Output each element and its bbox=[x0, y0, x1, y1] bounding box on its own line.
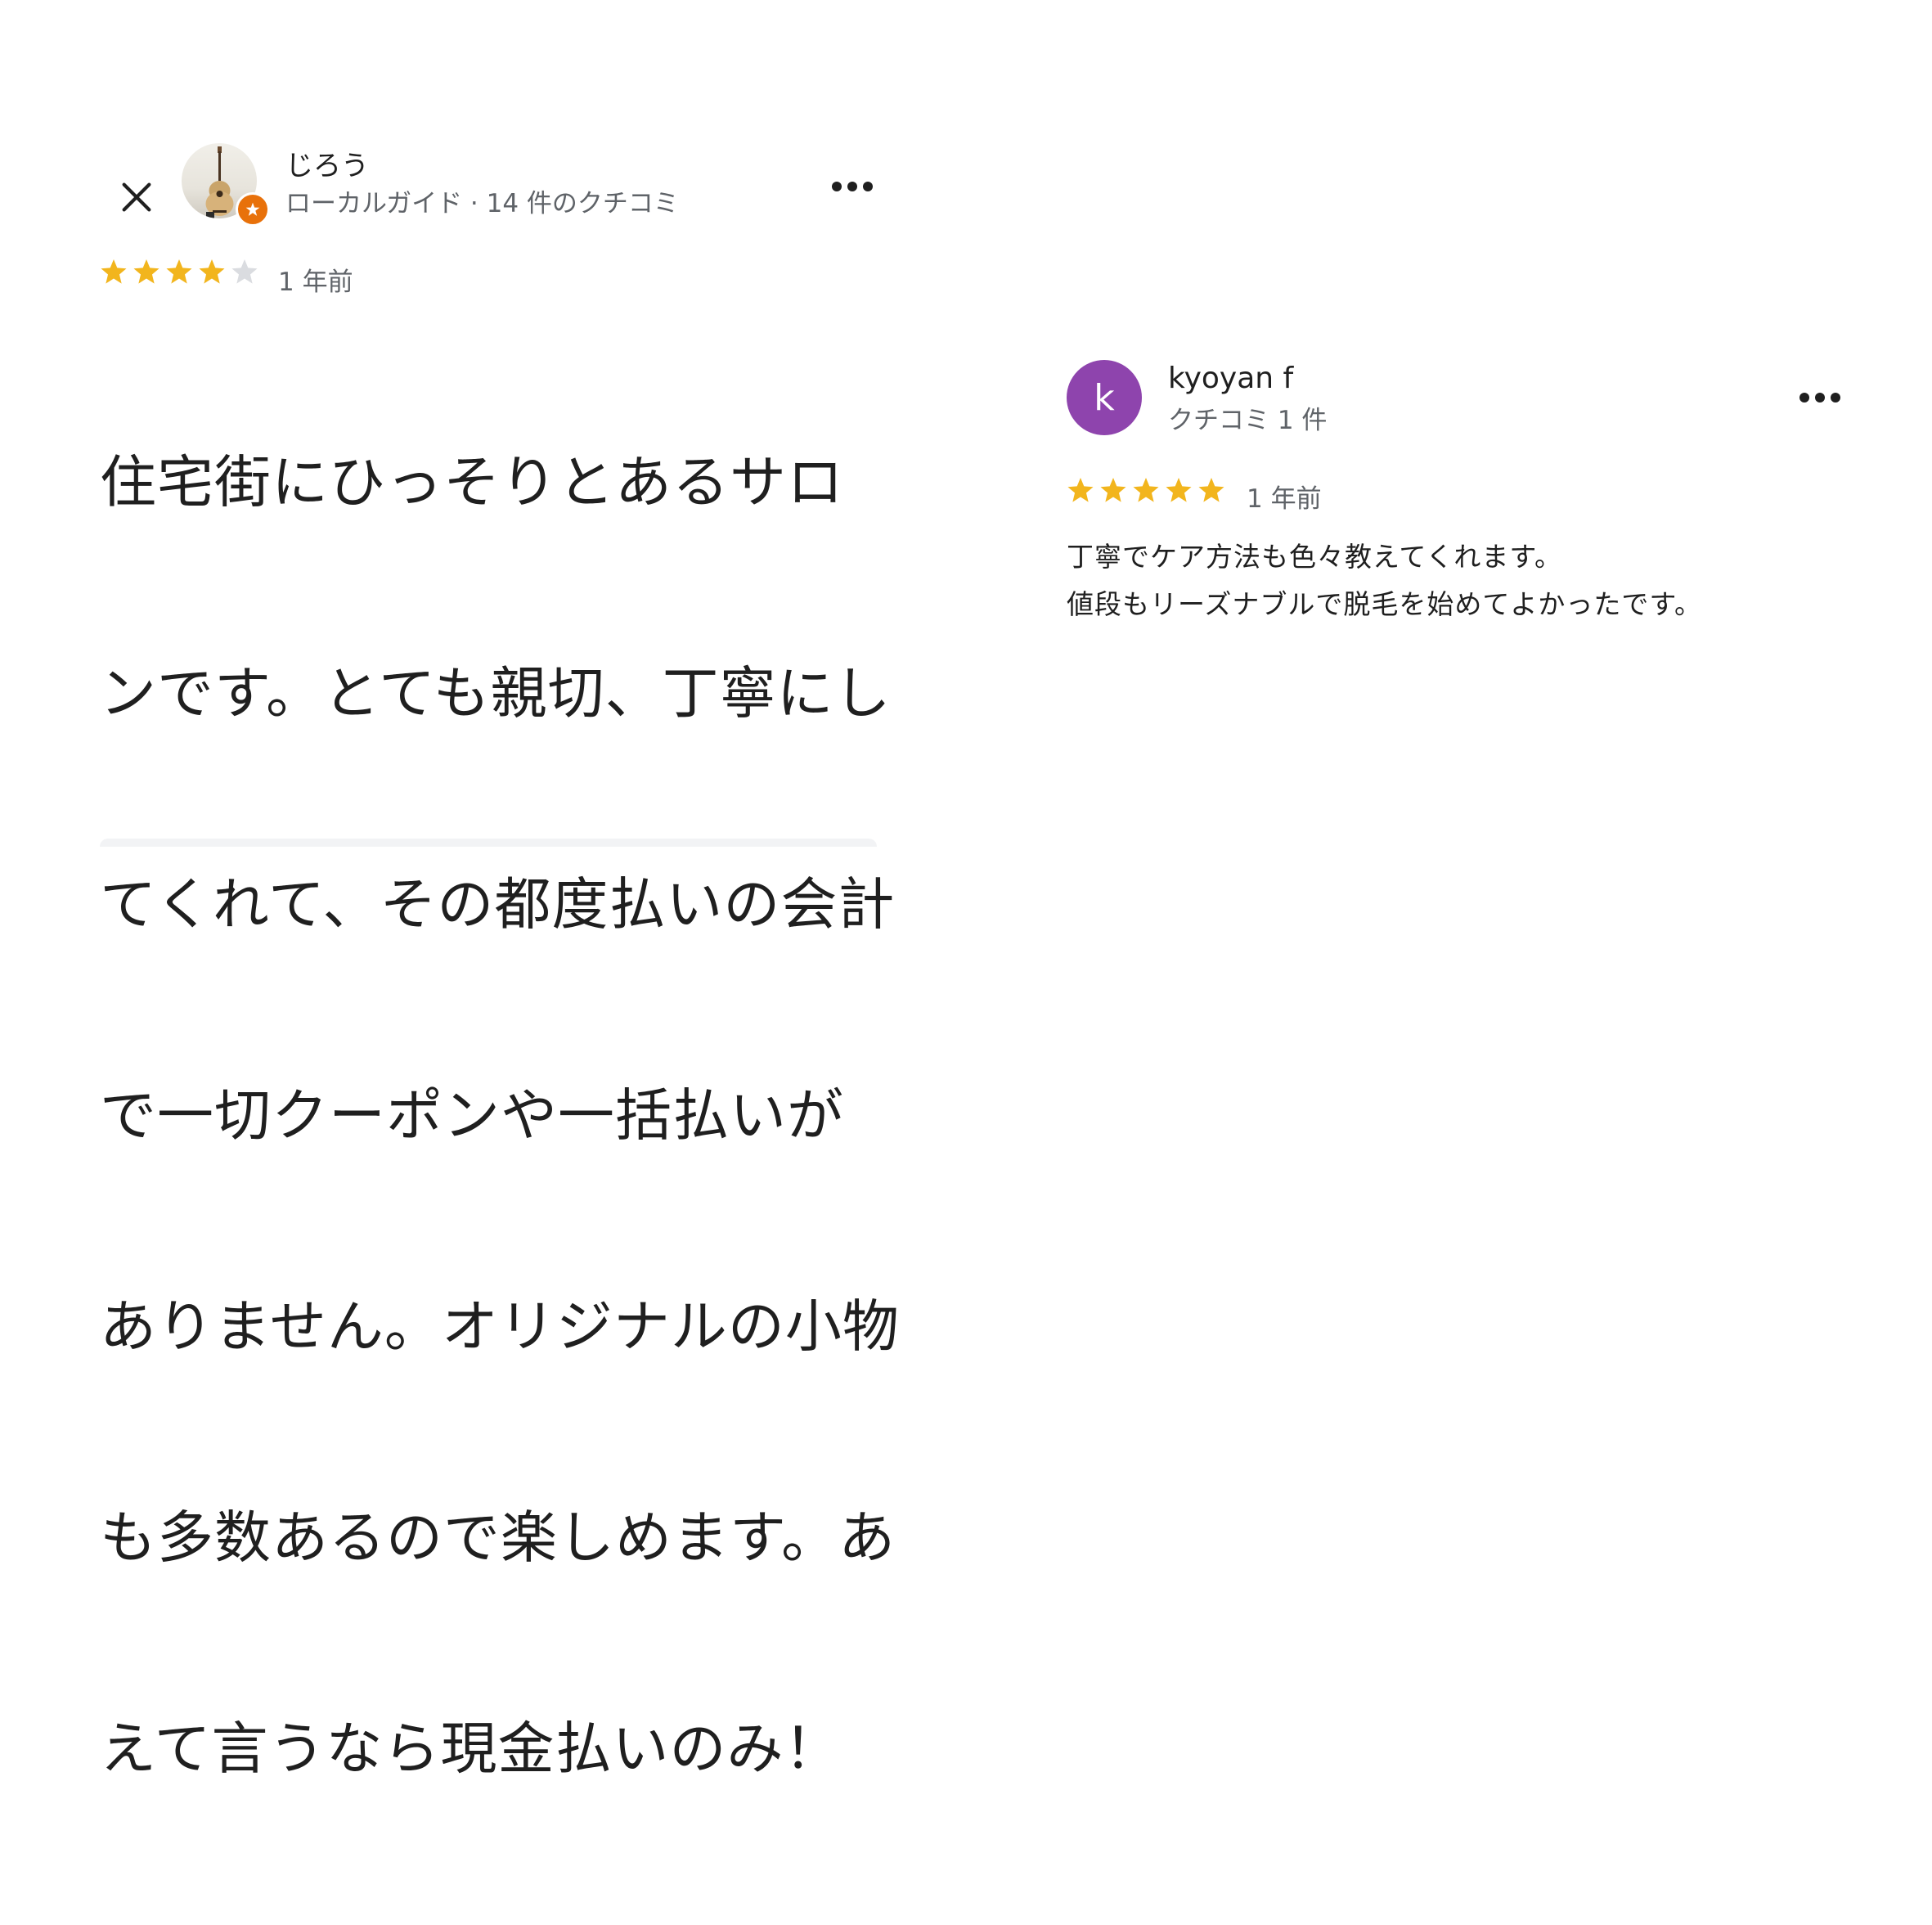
review-text: 丁寧でケア方法も色々教えてくれます。 値段もリーズナブルで脱毛を始めてよかったで… bbox=[1067, 533, 1852, 628]
reviewer-name[interactable]: kyoyan f bbox=[1168, 362, 1293, 395]
review-text-line: 住宅街にひっそりとあるサロ bbox=[100, 450, 844, 515]
reviewer-avatar[interactable]: k bbox=[1067, 360, 1142, 435]
more-options-button[interactable] bbox=[1791, 373, 1849, 422]
star-rating bbox=[98, 256, 260, 287]
star-filled-icon bbox=[166, 259, 192, 284]
review-date: 1 年前 bbox=[278, 268, 353, 297]
star-filled-icon bbox=[1133, 477, 1159, 502]
local-guide-star-icon bbox=[245, 202, 260, 216]
review-text-line: 丁寧でケア方法も色々教えてくれます。 bbox=[1067, 541, 1563, 573]
review-card-jirou: じろう ローカルガイド · 14 件のクチコミ 1 年前 住宅街にひっそりとある… bbox=[51, 125, 926, 1782]
review-text-line: えて言うなら現金払いのみ！ bbox=[100, 1716, 842, 1782]
close-icon bbox=[122, 182, 151, 212]
screenshot-stage: じろう ローカルガイド · 14 件のクチコミ 1 年前 住宅街にひっそりとある… bbox=[0, 0, 1932, 1782]
star-filled-icon bbox=[1166, 477, 1192, 502]
star-filled-icon bbox=[1198, 477, 1224, 502]
reviewer-avatar[interactable] bbox=[182, 143, 270, 227]
card-divider bbox=[100, 839, 877, 847]
review-text-line: も多数あるので楽しめます。あ bbox=[100, 1505, 896, 1571]
local-guide-badge bbox=[236, 192, 270, 227]
more-horiz-icon bbox=[1799, 393, 1840, 403]
review-text-line: 値段もリーズナブルで脱毛を始めてよかったです。 bbox=[1067, 588, 1703, 620]
review-date: 1 年前 bbox=[1247, 484, 1322, 514]
star-rating bbox=[1065, 475, 1227, 506]
close-button[interactable] bbox=[100, 160, 173, 234]
review-text-line: ンです。とても親切、丁寧にし bbox=[100, 661, 892, 726]
star-empty-icon bbox=[231, 259, 258, 284]
star-filled-icon bbox=[199, 259, 225, 284]
more-options-button[interactable] bbox=[820, 162, 885, 211]
review-text-line: ありません。オリジナルの小物 bbox=[100, 1294, 900, 1360]
review-text-line: で一切クーポンや一括払いが bbox=[100, 1083, 844, 1149]
star-filled-icon bbox=[1100, 477, 1126, 502]
review-text-line: てくれて、その都度払いの会計 bbox=[100, 872, 896, 938]
review-card-kyoyan: k kyoyan f クチコミ 1 件 1 年前 丁寧でケア方法も色々教えてくれ… bbox=[1055, 344, 1857, 638]
reviewer-name[interactable]: じろう bbox=[285, 143, 369, 183]
reviewer-meta: クチコミ 1 件 bbox=[1168, 406, 1328, 435]
star-filled-icon bbox=[133, 259, 160, 284]
star-filled-icon bbox=[101, 259, 127, 284]
star-filled-icon bbox=[1067, 477, 1094, 502]
review-text: 住宅街にひっそりとあるサロ ンです。とても親切、丁寧にし てくれて、その都度払い… bbox=[100, 307, 910, 1925]
reviewer-meta: ローカルガイド · 14 件のクチコミ bbox=[285, 189, 679, 218]
more-horiz-icon bbox=[832, 182, 873, 191]
